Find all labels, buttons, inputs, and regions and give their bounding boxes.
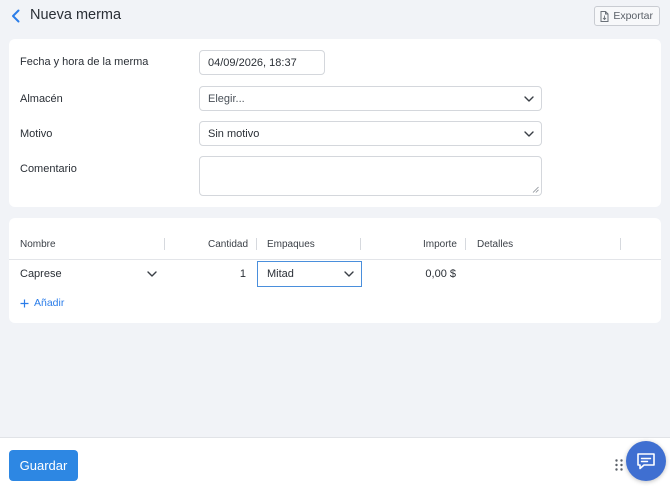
column-divider[interactable] (256, 238, 257, 250)
column-header-details[interactable]: Detalles (477, 239, 513, 250)
reason-select[interactable]: Sin motivo (199, 121, 542, 146)
reason-value: Sin motivo (208, 127, 260, 140)
datetime-label: Fecha y hora de la merma (20, 56, 149, 68)
product-amount: 0,00 $ (425, 268, 456, 280)
column-divider[interactable] (465, 238, 466, 250)
page-title: Nueva merma (30, 7, 122, 23)
datetime-field[interactable]: 04/09/2026, 18:37 (199, 50, 325, 75)
column-divider[interactable] (164, 238, 165, 250)
chevron-down-icon (524, 130, 534, 137)
product-name[interactable]: Caprese (20, 268, 62, 280)
column-header-name[interactable]: Nombre (20, 239, 56, 250)
packaging-value: Mitad (267, 268, 294, 280)
add-product-button[interactable]: Añadir (20, 297, 64, 309)
column-header-packaging[interactable]: Empaques (267, 239, 315, 250)
product-quantity[interactable]: 1 (209, 268, 246, 280)
column-header-amount[interactable]: Importe (423, 239, 457, 250)
comment-label: Comentario (20, 163, 77, 175)
back-button[interactable] (8, 7, 24, 25)
warehouse-value: Elegir... (208, 92, 245, 105)
export-label: Exportar (613, 10, 653, 22)
warehouse-label: Almacén (20, 93, 63, 105)
add-label: Añadir (34, 297, 65, 309)
save-button[interactable]: Guardar (9, 450, 78, 481)
plus-icon (20, 299, 29, 307)
merma-form: Fecha y hora de la merma 04/09/2026, 18:… (9, 39, 661, 207)
footer-bar: Guardar (0, 437, 670, 486)
column-divider[interactable] (620, 238, 621, 250)
column-header-quantity[interactable]: Cantidad (208, 239, 248, 250)
resize-grip-icon[interactable] (532, 186, 539, 193)
chevron-down-icon[interactable] (147, 271, 157, 277)
column-divider[interactable] (360, 238, 361, 250)
export-button[interactable]: Exportar (594, 6, 660, 26)
packaging-select[interactable]: Mitad (257, 261, 362, 287)
chat-icon (637, 452, 655, 469)
comment-textarea[interactable] (199, 156, 542, 196)
chevron-down-icon (524, 95, 534, 102)
header-divider (9, 259, 661, 260)
chevron-left-icon (12, 9, 20, 23)
datetime-value: 04/09/2026, 18:37 (208, 56, 297, 69)
warehouse-select[interactable]: Elegir... (199, 86, 542, 111)
chat-button[interactable] (626, 441, 666, 481)
reason-label: Motivo (20, 128, 53, 140)
drag-handle-icon[interactable] (614, 458, 624, 472)
page-header: Nueva merma Exportar (0, 0, 670, 34)
products-table: Nombre Cantidad Empaques Importe Detalle… (9, 218, 661, 323)
document-icon (600, 10, 609, 22)
chevron-down-icon (344, 271, 354, 277)
